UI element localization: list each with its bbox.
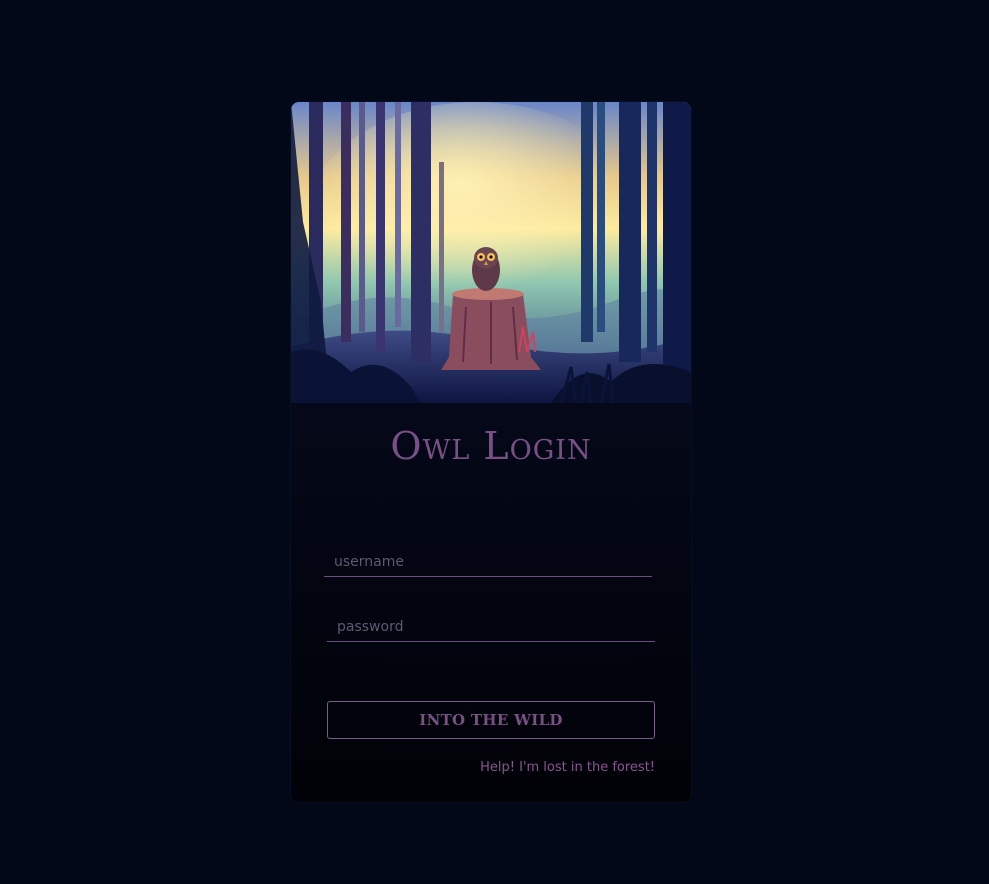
help-link[interactable]: Help! I'm lost in the forest! xyxy=(480,760,655,775)
password-input[interactable] xyxy=(327,612,655,642)
page-title: Owl Login xyxy=(390,424,592,468)
forest-owl-illustration xyxy=(291,102,691,403)
login-card: Owl Login INTO THE WILD Help! I'm lost i… xyxy=(291,102,691,802)
into-the-wild-button[interactable]: INTO THE WILD xyxy=(327,701,655,739)
username-input[interactable] xyxy=(324,547,652,577)
